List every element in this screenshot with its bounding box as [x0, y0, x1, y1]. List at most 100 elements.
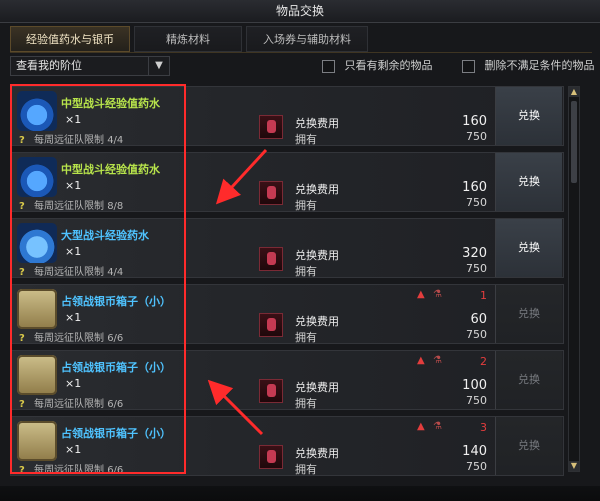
- item-quantity: ×1: [65, 245, 82, 258]
- silver-chest-icon: [17, 289, 57, 329]
- item-exchange-window: 物品交换 经验值药水与银币 精炼材料 入场券与辅助材料 查看我的阶位 ▼ 只看有…: [0, 0, 600, 501]
- potion-icon: [17, 223, 57, 263]
- item-quantity: ×1: [65, 311, 82, 324]
- weekly-limit-value: 6/6: [107, 399, 124, 410]
- question-icon: ?: [19, 399, 25, 410]
- silver-chest-icon: [17, 355, 57, 395]
- weekly-limit-value: 4/4: [107, 267, 124, 278]
- item-name: 占领战银币箱子（小）: [61, 427, 171, 440]
- list-item: 大型战斗经验药水 ×1 ? 每周远征队限制 4/4 兑换费用 拥有 320 75…: [10, 218, 564, 278]
- tier-number: 3: [480, 421, 487, 434]
- potion-icon: [17, 157, 57, 197]
- question-icon: ?: [19, 465, 25, 476]
- item-quantity: ×1: [65, 179, 82, 192]
- cost-label: 兑换费用: [295, 447, 339, 460]
- question-icon: ?: [19, 135, 25, 146]
- own-value: 750: [466, 130, 487, 143]
- exchange-button[interactable]: 兑换: [495, 351, 562, 409]
- currency-icon: [259, 115, 283, 139]
- own-label: 拥有: [295, 463, 317, 476]
- checkbox-only-remaining-label: 只看有剩余的物品: [344, 59, 433, 72]
- own-label: 拥有: [295, 133, 317, 146]
- item-name: 大型战斗经验药水: [61, 229, 149, 242]
- own-value: 750: [466, 262, 487, 275]
- tier-filter-dropdown[interactable]: 查看我的阶位 ▼: [10, 56, 170, 76]
- tab-bar: 经验值药水与银币 精炼材料 入场券与辅助材料: [10, 26, 592, 53]
- item-name: 中型战斗经验值药水: [61, 163, 160, 176]
- question-icon: ?: [19, 201, 25, 212]
- item-name: 中型战斗经验值药水: [61, 97, 160, 110]
- own-label: 拥有: [295, 397, 317, 410]
- cost-value: 100: [462, 378, 487, 393]
- item-quantity: ×1: [65, 113, 82, 126]
- own-value: 750: [466, 328, 487, 341]
- exchange-item-list: 中型战斗经验值药水 ×1 ? 每周远征队限制 4/4 兑换费用 拥有 160 7…: [10, 86, 564, 486]
- list-item: 占领战银币箱子（小） ×1 ? 每周远征队限制 6/6 ▲ ⚗ 3 兑换费用 拥…: [10, 416, 564, 476]
- window-title: 物品交换: [0, 0, 600, 23]
- exchange-button[interactable]: 兑换: [495, 87, 562, 145]
- weekly-limit-label: 每周远征队限制: [34, 135, 104, 146]
- tab-exp-potions-silver[interactable]: 经验值药水与银币: [10, 26, 130, 52]
- cost-value: 160: [462, 114, 487, 129]
- checkbox-only-remaining[interactable]: 只看有剩余的物品: [322, 59, 433, 73]
- potion-icon: [17, 91, 57, 131]
- own-value: 750: [466, 460, 487, 473]
- weekly-limit-label: 每周远征队限制: [34, 201, 104, 212]
- question-icon: ?: [19, 267, 25, 278]
- exchange-button[interactable]: 兑换: [495, 417, 562, 475]
- scrollbar[interactable]: ▲ ▼: [568, 86, 580, 472]
- own-label: 拥有: [295, 331, 317, 344]
- scroll-thumb[interactable]: [571, 101, 577, 183]
- weekly-limit: ? 每周远征队限制 6/6: [19, 395, 123, 410]
- weekly-limit: ? 每周远征队限制 8/8: [19, 197, 123, 212]
- cost-label: 兑换费用: [295, 315, 339, 328]
- weekly-limit: ? 每周远征队限制 6/6: [19, 329, 123, 344]
- cost-label: 兑换费用: [295, 381, 339, 394]
- list-item: 占领战银币箱子（小） ×1 ? 每周远征队限制 6/6 ▲ ⚗ 2 兑换费用 拥…: [10, 350, 564, 410]
- weekly-limit-label: 每周远征队限制: [34, 333, 104, 344]
- own-value: 750: [466, 196, 487, 209]
- list-item: 中型战斗经验值药水 ×1 ? 每周远征队限制 4/4 兑换费用 拥有 160 7…: [10, 86, 564, 146]
- checkbox-remove-unmet[interactable]: 删除不满足条件的物品: [462, 59, 595, 73]
- cost-value: 160: [462, 180, 487, 195]
- currency-icon: [259, 247, 283, 271]
- currency-icon: [259, 379, 283, 403]
- item-name: 占领战银币箱子（小）: [61, 361, 171, 374]
- weekly-limit-value: 6/6: [107, 465, 124, 476]
- weekly-limit-label: 每周远征队限制: [34, 465, 104, 476]
- tier-filter-value: 查看我的阶位: [16, 59, 82, 72]
- currency-icon: [259, 313, 283, 337]
- weekly-limit-label: 每周远征队限制: [34, 399, 104, 410]
- own-label: 拥有: [295, 199, 317, 212]
- cost-value: 140: [462, 444, 487, 459]
- currency-icon: [259, 181, 283, 205]
- currency-icon: [259, 445, 283, 469]
- item-quantity: ×1: [65, 443, 82, 456]
- cost-label: 兑换费用: [295, 183, 339, 196]
- list-item: 占领战银币箱子（小） ×1 ? 每周远征队限制 6/6 ▲ ⚗ 1 兑换费用 拥…: [10, 284, 564, 344]
- exchange-button[interactable]: 兑换: [495, 153, 562, 211]
- tier-number: 1: [480, 289, 487, 302]
- bottom-bar: [0, 486, 600, 501]
- exchange-button[interactable]: 兑换: [495, 219, 562, 277]
- cost-label: 兑换费用: [295, 117, 339, 130]
- cost-value: 320: [462, 246, 487, 261]
- cost-label: 兑换费用: [295, 249, 339, 262]
- tab-tickets-aux[interactable]: 入场券与辅助材料: [246, 26, 368, 52]
- silver-chest-icon: [17, 421, 57, 461]
- checkbox-box[interactable]: [322, 59, 335, 73]
- tab-refine-materials[interactable]: 精炼材料: [134, 26, 242, 52]
- list-item: 中型战斗经验值药水 ×1 ? 每周远征队限制 8/8 兑换费用 拥有 160 7…: [10, 152, 564, 212]
- scroll-up-icon[interactable]: ▲: [569, 87, 579, 97]
- weekly-limit-label: 每周远征队限制: [34, 267, 104, 278]
- exchange-button[interactable]: 兑换: [495, 285, 562, 343]
- chevron-down-icon[interactable]: ▼: [148, 57, 169, 75]
- checkbox-box[interactable]: [462, 59, 475, 73]
- question-icon: ?: [19, 333, 25, 344]
- scroll-down-icon[interactable]: ▼: [569, 461, 579, 471]
- weekly-limit: ? 每周远征队限制 4/4: [19, 131, 123, 146]
- item-name: 占领战银币箱子（小）: [61, 295, 171, 308]
- weekly-limit: ? 每周远征队限制 4/4: [19, 263, 123, 278]
- cost-value: 60: [470, 312, 487, 327]
- weekly-limit-value: 6/6: [107, 333, 124, 344]
